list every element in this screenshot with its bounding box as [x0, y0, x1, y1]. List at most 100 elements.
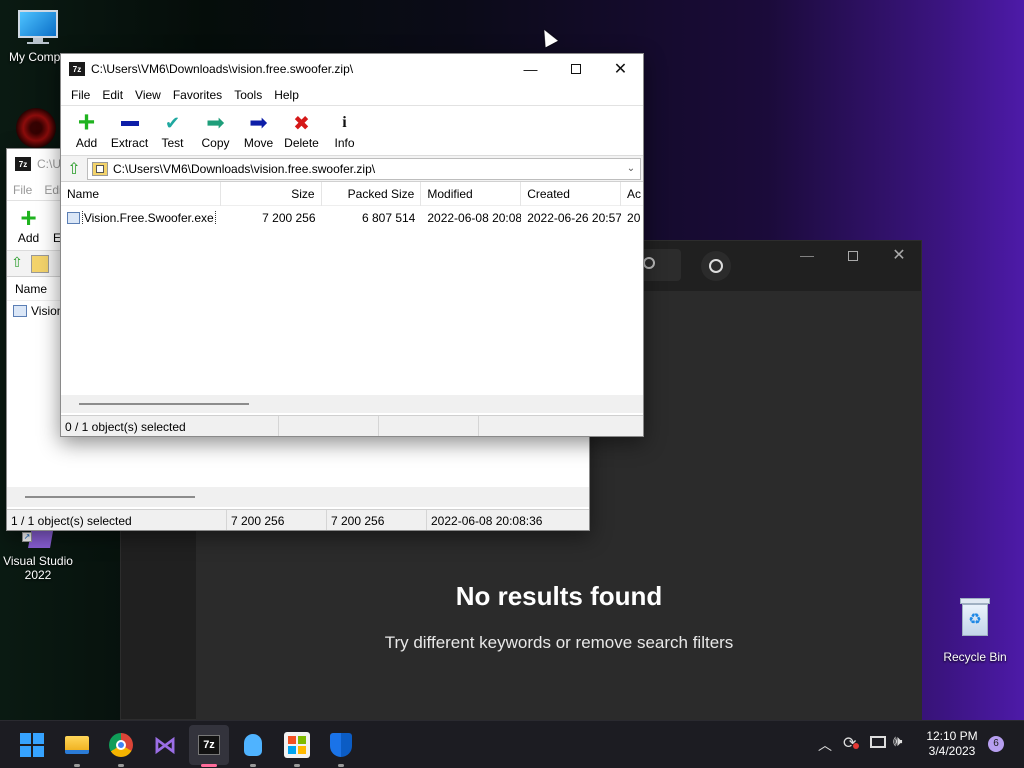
column-accessed[interactable]: Ac — [621, 182, 643, 206]
maximize-button[interactable] — [553, 54, 598, 84]
menubar: File Edit View Favorites Tools Help — [61, 84, 643, 106]
maximize-button[interactable] — [830, 247, 876, 269]
clock[interactable]: 12:10 PM 3/4/2023 — [920, 729, 984, 759]
sync-icon[interactable]: ⟳ — [843, 733, 859, 753]
show-hidden-icons-chevron-up-icon[interactable]: ︿ — [818, 735, 832, 755]
7zip-icon: 7z — [198, 735, 220, 755]
minimize-button[interactable]: — — [508, 54, 553, 84]
window-titlebar: 7z C:\Users\VM6\Downloads\vision.free.sw… — [61, 54, 643, 84]
checkmark-icon: ✔ — [164, 112, 181, 133]
menu-view[interactable]: View — [129, 88, 167, 102]
up-folder-icon[interactable]: ⇧ — [61, 158, 87, 180]
horizontal-scrollbar[interactable] — [61, 395, 643, 413]
volume-icon[interactable]: 🕪 — [893, 733, 902, 750]
row-created: 2022-06-26 20:57 — [527, 211, 622, 225]
row-packed: 6 807 514 — [361, 211, 416, 225]
taskbar-defender[interactable] — [325, 729, 357, 767]
start-button[interactable] — [16, 729, 48, 761]
menu-tools[interactable]: Tools — [228, 88, 268, 102]
taskbar: ⋈ 7z ︿ ⟳ 🕪 12:10 PM 3/4/2023 6 — [0, 720, 1024, 768]
maximize-icon — [848, 251, 858, 261]
close-button[interactable]: ✕ — [598, 54, 643, 84]
address-bar: ⇧ C:\Users\VM6\Downloads\vision.free.swo… — [61, 156, 643, 182]
person-icon — [709, 259, 723, 273]
maximize-icon — [570, 64, 581, 74]
copy-button[interactable]: ➡ Copy — [194, 106, 237, 154]
column-modified[interactable]: Modified — [421, 181, 522, 206]
column-header: Name Size Packed Size Modified Created A… — [61, 181, 643, 206]
address-input[interactable]: C:\Users\VM6\Downloads\vision.free.swoof… — [87, 157, 641, 180]
column-name[interactable]: Name — [7, 277, 67, 301]
delete-x-icon: ✖ — [293, 112, 310, 135]
chevron-down-icon[interactable]: ⌄ — [622, 163, 640, 174]
menu-favorites[interactable]: Favorites — [167, 88, 228, 102]
chrome-icon — [109, 733, 133, 757]
desktop-icon-recycle-bin[interactable]: ♻ Recycle Bin — [935, 596, 1015, 664]
notification-badge[interactable]: 6 — [988, 736, 1004, 752]
add-button[interactable]: + Add — [65, 106, 108, 154]
column-name[interactable]: Name — [61, 181, 221, 206]
status-selected: 1 / 1 object(s) selected — [7, 509, 227, 530]
row-name: Vision.Free.Swoofer.exe — [61, 211, 221, 225]
scrollbar-thumb[interactable] — [79, 403, 249, 405]
minimize-button[interactable]: — — [784, 247, 830, 269]
plus-icon: + — [20, 202, 37, 233]
taskbar-tips[interactable] — [237, 729, 269, 767]
taskbar-store[interactable] — [281, 729, 313, 767]
status-bar: 1 / 1 object(s) selected 7 200 256 7 200… — [7, 509, 589, 530]
search-icon — [643, 257, 655, 269]
move-button[interactable]: ➡ Move — [237, 106, 280, 154]
windows-start-icon — [20, 733, 44, 757]
table-row[interactable]: Vision.Free.Swoofer.exe 7 200 256 6 807 … — [61, 208, 643, 228]
taskbar-visual-studio[interactable]: ⋈ — [149, 729, 181, 761]
info-button[interactable]: i Info — [323, 106, 366, 154]
info-icon: i — [342, 114, 347, 131]
window-title: C:\Users\VM6\Downloads\vision.free.swoof… — [91, 62, 354, 76]
menu-file[interactable]: File — [7, 183, 38, 197]
menu-help[interactable]: Help — [268, 88, 305, 102]
mouse-cursor — [538, 26, 558, 48]
column-created[interactable]: Created — [521, 181, 622, 206]
desktop-icon-label: Recycle Bin — [943, 650, 1007, 664]
exe-file-icon — [13, 305, 27, 317]
network-icon[interactable] — [870, 736, 886, 748]
address-text: C:\Users\VM6\Downloads\vision.free.swoof… — [113, 161, 376, 176]
up-folder-icon[interactable]: ⇧ — [7, 254, 27, 274]
7zip-icon: 7z — [69, 62, 85, 76]
clock-date: 3/4/2023 — [928, 744, 976, 758]
column-size[interactable]: Size — [221, 181, 322, 206]
row-size: 7 200 256 — [262, 211, 316, 225]
menu-file[interactable]: File — [65, 88, 96, 102]
folder-icon — [65, 736, 89, 754]
desktop-icon-visual-studio[interactable]: ↗ Visual Studio 2022 — [0, 526, 78, 582]
close-button[interactable]: ✕ — [876, 245, 922, 267]
menu-edit[interactable]: Edit — [96, 88, 129, 102]
status-size: 7 200 256 — [227, 509, 327, 530]
column-packed-size[interactable]: Packed Size — [322, 181, 422, 206]
desktop-icon-label: Visual Studio 2022 — [3, 554, 73, 582]
shield-icon — [330, 733, 352, 757]
taskbar-file-explorer[interactable] — [61, 729, 93, 767]
status-modified: 2022-06-08 20:08:36 — [431, 513, 543, 528]
add-button[interactable]: + Add — [7, 201, 50, 249]
scrollbar-thumb[interactable] — [25, 496, 195, 498]
exe-file-icon — [67, 212, 80, 224]
taskbar-chrome[interactable] — [105, 729, 137, 767]
taskbar-7zip[interactable]: 7z — [189, 725, 229, 767]
delete-button[interactable]: ✖ Delete — [280, 106, 323, 154]
search-field-partial[interactable] — [641, 249, 681, 281]
account-button[interactable] — [701, 251, 731, 281]
zip-folder-icon — [92, 161, 108, 176]
7zip-window-front: 7z C:\Users\VM6\Downloads\vision.free.sw… — [60, 53, 644, 437]
window-title: C:\U — [37, 157, 61, 171]
extract-button[interactable]: Extract — [108, 106, 151, 154]
status-packed: 7 200 256 — [327, 509, 427, 530]
row-accessed: 20 — [627, 211, 641, 225]
no-results-subtitle: Try different keywords or remove search … — [384, 633, 734, 652]
horizontal-scrollbar[interactable] — [7, 487, 589, 507]
store-icon — [284, 732, 310, 758]
app-icon-red-emblem[interactable] — [16, 108, 56, 148]
test-button[interactable]: ✔ Test — [151, 106, 194, 154]
row-modified: 2022-06-08 20:08 — [427, 211, 522, 225]
status-selected: 0 / 1 object(s) selected — [61, 415, 279, 436]
